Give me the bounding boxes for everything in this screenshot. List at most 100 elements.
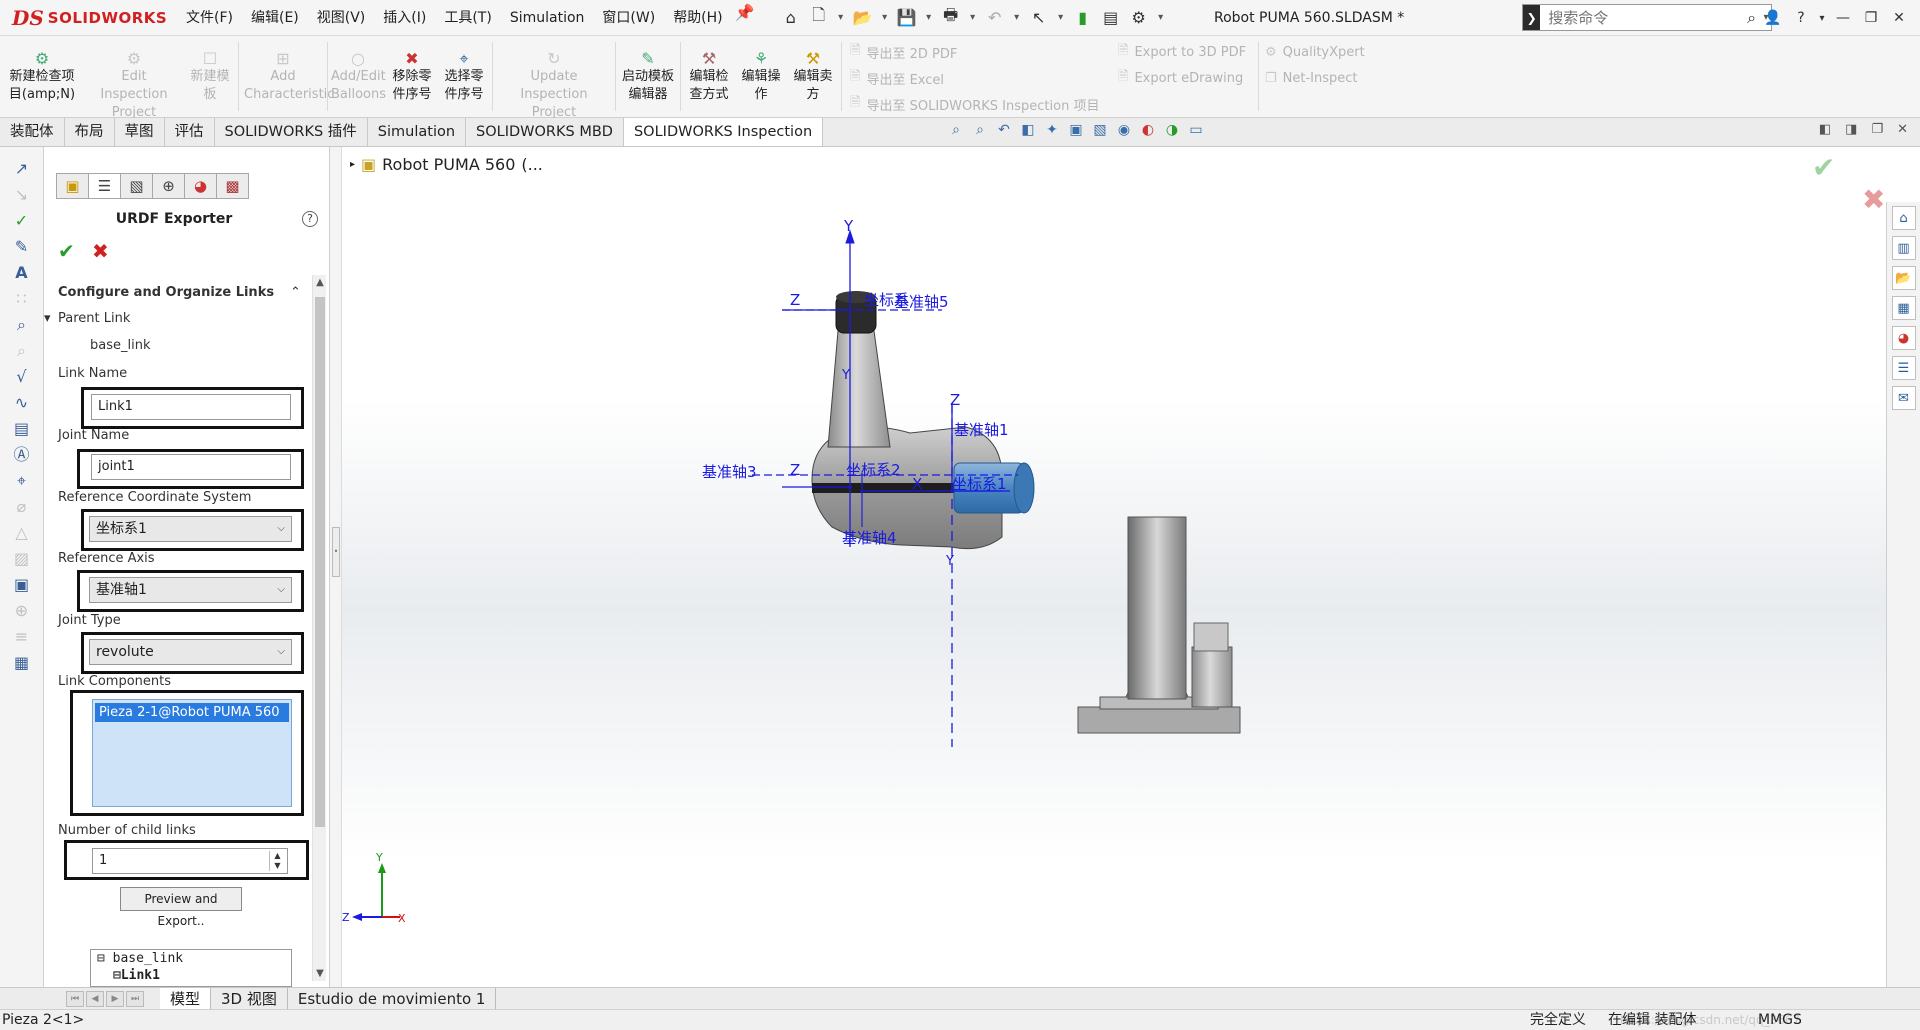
resources-home-icon[interactable]: ⌂: [1891, 206, 1916, 230]
menu-insert[interactable]: 插入(I): [374, 0, 435, 36]
menu-window[interactable]: 窗口(W): [593, 0, 664, 36]
gear-icon[interactable]: ⚙: [1126, 5, 1152, 31]
menu-simulation[interactable]: Simulation: [501, 0, 594, 36]
stepper-arrows-icon[interactable]: ▲ ▼: [269, 851, 285, 871]
prev-tab-icon[interactable]: ◀: [86, 990, 104, 1007]
user-icon[interactable]: 👤: [1760, 10, 1786, 26]
view-palette-icon[interactable]: ▦: [1891, 296, 1916, 320]
center-mark-icon[interactable]: ⊕: [15, 601, 28, 620]
tab-assembly[interactable]: 装配体: [0, 118, 65, 146]
zoom-to-fit-icon[interactable]: ⌕: [946, 122, 966, 138]
note-icon[interactable]: A: [15, 263, 27, 282]
surface-finish-icon[interactable]: √: [16, 367, 26, 386]
tab-sketch[interactable]: 草图: [115, 118, 165, 146]
select-arrow-icon[interactable]: ↖: [1026, 5, 1052, 31]
next-tab-icon[interactable]: ▶: [106, 990, 124, 1007]
new-template-button[interactable]: ☐ 新建模板: [184, 36, 236, 117]
export-inspection-project-button[interactable]: 🗎 导出至 SOLIDWORKS Inspection 项目: [850, 94, 1108, 114]
search-commands[interactable]: ❯ ⌕ ▾: [1522, 4, 1772, 31]
appearances-icon[interactable]: ◕: [1891, 326, 1916, 350]
section-view-icon[interactable]: ◧: [1018, 122, 1038, 138]
joint-type-select[interactable]: revolute ⌵: [89, 639, 292, 665]
pin-icon[interactable]: 📌: [732, 0, 758, 26]
chevron-down-icon[interactable]: ▾: [878, 5, 892, 31]
cancel-button[interactable]: ✖: [92, 239, 109, 263]
smart-dimension-icon[interactable]: ↗: [15, 159, 28, 178]
chevron-down-icon[interactable]: ▾: [1010, 5, 1024, 31]
view-triad[interactable]: Y Z X: [342, 851, 406, 925]
restore-icon[interactable]: ❐: [1871, 122, 1883, 137]
undo-icon[interactable]: ↶: [982, 5, 1008, 31]
tab-evaluate[interactable]: 评估: [165, 118, 215, 146]
update-inspection-project-button[interactable]: ↻ Update Inspection Project: [495, 36, 613, 121]
add-characteristic-button[interactable]: ⊞ Add Characteristic: [241, 36, 334, 117]
weld-symbol-icon[interactable]: ∿: [15, 393, 28, 412]
panel-splitter[interactable]: •: [330, 147, 342, 987]
hole-callout-icon[interactable]: ⌀: [17, 497, 27, 516]
menu-edit[interactable]: 编辑(E): [242, 0, 308, 36]
simulation-icon[interactable]: ▩: [216, 173, 249, 199]
tab-inspection[interactable]: SOLIDWORKS Inspection: [623, 118, 824, 146]
edit-appearance-icon[interactable]: ◐: [1138, 122, 1158, 138]
help-icon[interactable]: ?: [302, 211, 318, 227]
new-document-icon[interactable]: 🗋: [806, 5, 832, 31]
block-icon[interactable]: ▣: [14, 575, 29, 594]
menu-view[interactable]: 视图(V): [308, 0, 375, 36]
tree-node-child[interactable]: ⊟Link1: [91, 967, 291, 984]
tree-collapse-icon[interactable]: ⊟: [97, 951, 105, 966]
zoom-to-area-icon[interactable]: ⌕: [970, 122, 990, 138]
design-library-icon[interactable]: ▥: [1891, 236, 1916, 260]
menu-help[interactable]: 帮助(H): [664, 0, 731, 36]
add-edit-balloons-button[interactable]: ○ Add/Edit Balloons: [330, 36, 386, 117]
panel-scrollbar[interactable]: ▲ ▼: [312, 275, 326, 981]
configuration-icon[interactable]: ▧: [120, 173, 153, 199]
custom-properties-icon[interactable]: ☰: [1891, 356, 1916, 380]
edit-vendor-button[interactable]: ⚒ 编辑卖方: [787, 36, 839, 117]
export-edrawing-button[interactable]: 🗎 Export eDrawing: [1118, 68, 1256, 88]
target-icon[interactable]: ⊕: [152, 173, 185, 199]
chevron-down-icon[interactable]: ▾: [1816, 13, 1828, 24]
view-orientation-icon[interactable]: ▣: [1066, 122, 1086, 138]
apply-scene-icon[interactable]: ◑: [1162, 122, 1182, 138]
geometric-tolerance-icon[interactable]: ▤: [14, 419, 29, 438]
chevron-down-icon[interactable]: ▾: [1154, 5, 1168, 31]
solidworks-logo[interactable]: DS SOLIDWORKS: [0, 0, 167, 36]
dynamic-annotation-icon[interactable]: ✦: [1042, 122, 1062, 138]
tree-collapse-icon[interactable]: ⊟: [113, 968, 121, 983]
preview-and-export-button[interactable]: Preview and Export..: [120, 887, 242, 928]
status-units[interactable]: MMGS: [1758, 1010, 1802, 1030]
datum-feature-icon[interactable]: Ⓐ: [13, 445, 29, 464]
tab-addins[interactable]: SOLIDWORKS 插件: [215, 118, 368, 146]
auto-balloon-icon[interactable]: ⌕: [17, 341, 26, 360]
save-icon[interactable]: 💾: [894, 5, 920, 31]
joint-name-input[interactable]: joint1: [91, 454, 291, 480]
edit-operation-button[interactable]: ⚘ 编辑操作: [735, 36, 787, 117]
revision-icon[interactable]: △: [15, 523, 27, 542]
tab-layout[interactable]: 布局: [65, 118, 115, 146]
reference-coordinate-system-select[interactable]: 坐标系1 ⌵: [89, 516, 292, 542]
qualityxpert-button[interactable]: ⚙ QualityXpert: [1265, 42, 1401, 62]
linear-pattern-icon[interactable]: ∷: [16, 289, 26, 308]
minimize-icon[interactable]: —: [1830, 10, 1856, 26]
tab-3d-views[interactable]: 3D 视图: [211, 987, 288, 1010]
reference-axis-select[interactable]: 基准轴1 ⌵: [89, 577, 292, 603]
menu-file[interactable]: 文件(F): [177, 0, 242, 36]
net-inspect-button[interactable]: ❐ Net-Inspect: [1265, 68, 1401, 88]
dimension-icon[interactable]: ↘: [15, 185, 28, 204]
select-balloon-button[interactable]: ⌖ 选择零件序号: [438, 36, 490, 117]
splitter-grip[interactable]: •: [332, 527, 340, 577]
file-properties-icon[interactable]: ▤: [1098, 5, 1124, 31]
menu-tools[interactable]: 工具(T): [435, 0, 500, 36]
tile-left-icon[interactable]: ◧: [1819, 122, 1831, 137]
print-icon[interactable]: 🖶: [938, 5, 964, 31]
area-hatch-icon[interactable]: ▨: [14, 549, 29, 568]
first-tab-icon[interactable]: ⏮: [66, 990, 84, 1007]
link-name-input[interactable]: Link1: [91, 394, 291, 420]
scroll-up-icon[interactable]: ▲: [313, 277, 327, 288]
tree-node-root[interactable]: ⊟ base_link: [91, 950, 291, 967]
traffic-light-icon[interactable]: ▮: [1070, 5, 1096, 31]
appearance-icon[interactable]: ◕: [184, 173, 217, 199]
child-links-stepper[interactable]: 1 ▲ ▼: [92, 848, 288, 874]
display-style-icon[interactable]: ▧: [1090, 122, 1110, 138]
last-tab-icon[interactable]: ⏭: [126, 990, 144, 1007]
